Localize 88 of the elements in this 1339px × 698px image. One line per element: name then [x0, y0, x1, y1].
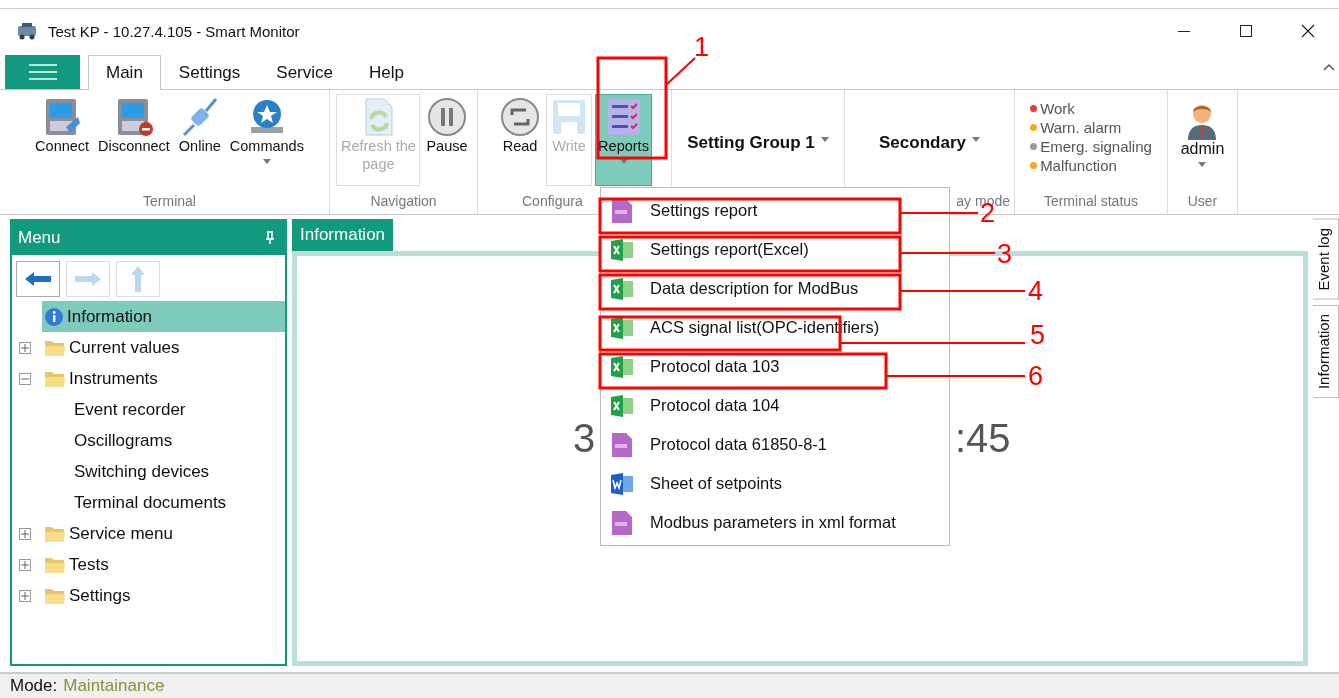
ribbon-button[interactable]: Read: [497, 94, 544, 186]
side-tab[interactable]: Information: [1313, 304, 1339, 398]
back-button[interactable]: [16, 261, 60, 297]
pin-icon[interactable]: [265, 231, 275, 245]
callout-number: 6: [1028, 361, 1044, 392]
tree-item[interactable]: Settings: [42, 580, 285, 611]
ribbon-tab[interactable]: Help: [351, 55, 422, 90]
pause-icon: [427, 97, 467, 137]
sync-icon: [500, 97, 541, 137]
callout-number: 4: [1028, 276, 1044, 307]
folder-icon: [44, 555, 66, 574]
caret-icon: [971, 137, 980, 142]
expand-icon[interactable]: [19, 589, 31, 602]
panel-tab[interactable]: Information: [292, 219, 394, 251]
status-label: Warn. alarm: [1040, 119, 1122, 136]
menu-button[interactable]: [5, 55, 80, 89]
info-icon: [44, 306, 64, 327]
tree-item[interactable]: Instruments: [42, 363, 285, 394]
spreadsheet-icon: [610, 355, 634, 378]
time-text: :45: [955, 416, 1011, 461]
tree-item[interactable]: Event recorder: [72, 394, 285, 425]
status-value: Maintainance: [63, 676, 165, 696]
expand-icon[interactable]: [19, 527, 31, 540]
group-label: Terminal: [143, 193, 196, 209]
spreadsheet-icon: [610, 394, 634, 417]
menu-item[interactable]: Data description for ModBus: [601, 269, 949, 308]
menu-item[interactable]: Protocol data 103: [601, 347, 949, 386]
caret-icon: [820, 137, 829, 142]
dropdown-button[interactable]: Setting Group 1: [681, 132, 835, 154]
callout-number: 3: [997, 239, 1013, 270]
tree-item[interactable]: Switching devices: [72, 456, 285, 487]
status-label: Malfunction: [1040, 157, 1117, 174]
arrow-up-icon: [131, 266, 145, 292]
user-button[interactable]: admin: [1174, 94, 1231, 168]
caret-icon: [1198, 162, 1207, 167]
group-label: User: [1187, 193, 1218, 209]
ribbon-tab[interactable]: Settings: [160, 55, 259, 90]
folder-icon: [44, 338, 66, 357]
ribbon-button[interactable]: Pause: [423, 94, 471, 186]
ribbon-button[interactable]: Reports: [595, 94, 652, 186]
spreadsheet-icon: [610, 277, 634, 300]
folder-icon: [44, 586, 66, 605]
spreadsheet-icon: [610, 238, 634, 261]
menu-item[interactable]: Settings report: [601, 191, 949, 230]
tree-item[interactable]: Current values: [42, 332, 285, 363]
tree-item[interactable]: Service menu: [42, 518, 285, 549]
tree-item[interactable]: Information: [42, 301, 285, 332]
ribbon-button[interactable]: Disconnect: [95, 94, 173, 186]
dropdown-button[interactable]: Secondary: [873, 132, 986, 154]
ribbon-button[interactable]: Commands: [226, 94, 307, 186]
group-label: Navigation: [370, 193, 437, 209]
tree-item[interactable]: Oscillograms: [72, 425, 285, 456]
side-tab[interactable]: Event log: [1313, 219, 1339, 300]
window-title: Test KP - 10.27.4.105 - Smart Monitor: [48, 22, 301, 40]
folder-icon: [44, 524, 66, 543]
menu-item[interactable]: Sheet of setpoints: [601, 464, 949, 503]
menu-item[interactable]: Protocol data 61850-8-1: [601, 425, 949, 464]
menu-item[interactable]: Modbus parameters in xml format: [601, 503, 949, 542]
status-label: Mode:: [10, 676, 58, 696]
tree-item[interactable]: Terminal documents: [72, 487, 285, 518]
arrow-right-icon: [75, 272, 101, 286]
ribbon-button[interactable]: Connect: [32, 94, 93, 186]
callout-number: 1: [694, 32, 710, 63]
time-text: 3: [573, 416, 596, 461]
spreadsheet-icon: [610, 316, 634, 339]
expand-icon[interactable]: [19, 341, 31, 354]
ribbon-tab[interactable]: Main: [88, 55, 161, 90]
menu-icon: [28, 63, 57, 81]
menu-item[interactable]: Protocol data 104: [601, 386, 949, 425]
arrow-left-icon: [25, 272, 51, 286]
menu-item[interactable]: Settings report(Excel): [601, 230, 949, 269]
expand-icon[interactable]: [19, 558, 31, 571]
status-label: Emerg. signaling: [1040, 138, 1152, 155]
chevron-up-icon[interactable]: [1323, 63, 1335, 71]
ribbon-tab[interactable]: Service: [258, 55, 351, 90]
leader-line: [665, 57, 696, 86]
text-file-icon: [611, 431, 633, 458]
tree-item[interactable]: Tests: [42, 549, 285, 580]
collapse-icon[interactable]: [19, 372, 31, 385]
panel-title: Menu: [18, 228, 61, 248]
ribbon-button[interactable]: Online: [175, 94, 224, 186]
status-label: Work: [1040, 100, 1075, 117]
text-file-icon: [611, 509, 633, 536]
document-icon: [610, 472, 634, 495]
folder-icon: [44, 369, 66, 388]
group-label: Configura: [522, 193, 583, 209]
callout-number: 5: [1030, 320, 1046, 351]
group-label: Terminal status: [1043, 193, 1139, 209]
